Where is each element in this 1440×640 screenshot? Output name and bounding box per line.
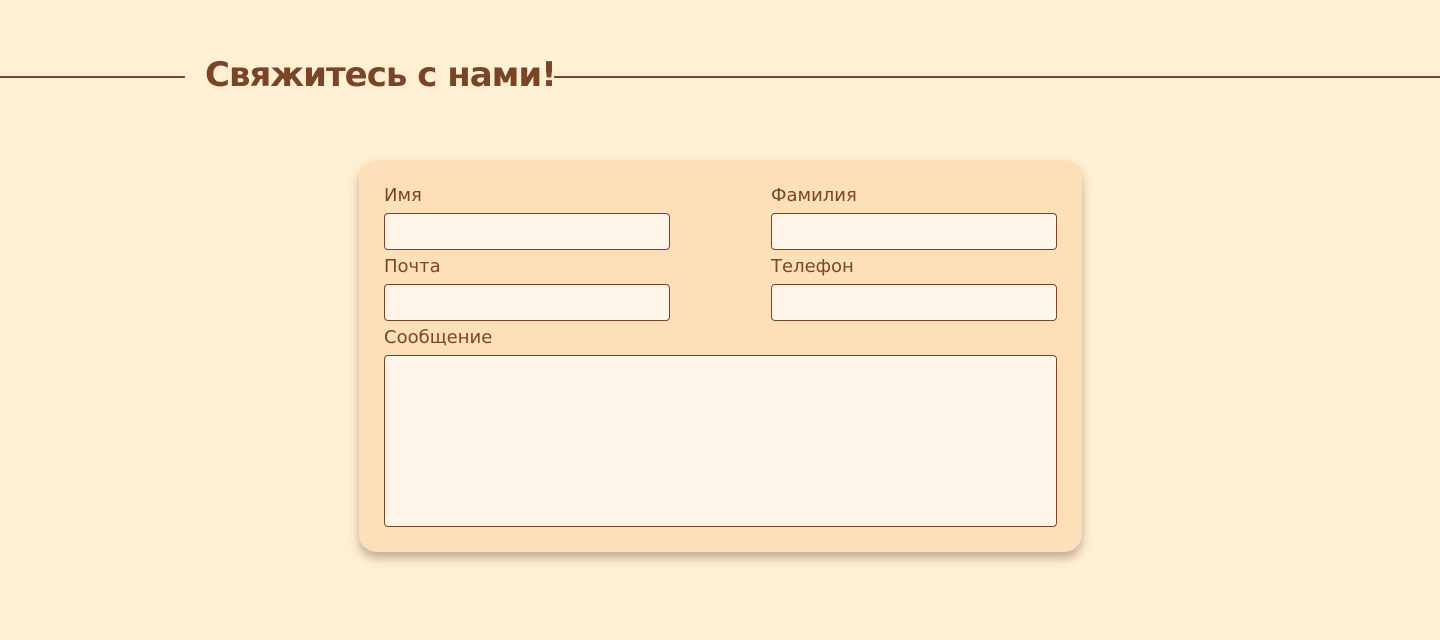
- message-label: Сообщение: [384, 327, 493, 348]
- last-name-label: Фамилия: [771, 185, 857, 206]
- phone-input[interactable]: [771, 284, 1057, 321]
- message-textarea[interactable]: [384, 355, 1057, 527]
- first-name-input[interactable]: [384, 213, 670, 250]
- email-label: Почта: [384, 256, 441, 277]
- first-name-label: Имя: [384, 185, 422, 206]
- phone-label: Телефон: [771, 256, 854, 277]
- heading-divider-left: [0, 76, 185, 78]
- last-name-input[interactable]: [771, 213, 1057, 250]
- email-input[interactable]: [384, 284, 670, 321]
- section-title: Свяжитесь с нами!: [205, 55, 557, 95]
- heading-divider-right: [554, 76, 1440, 78]
- contact-form: Имя Фамилия Почта Телефон Сообщение: [359, 160, 1082, 552]
- contact-section: Свяжитесь с нами! Имя Фамилия Почта Теле…: [0, 0, 1440, 640]
